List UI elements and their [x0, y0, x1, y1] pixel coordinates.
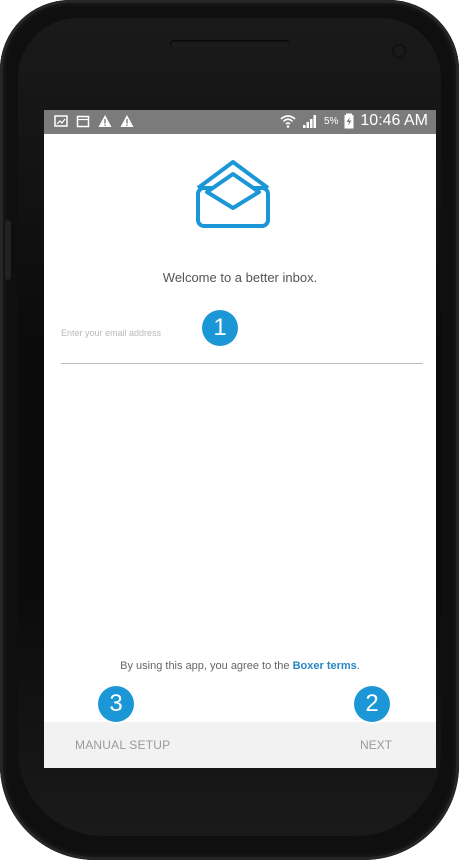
callout-badge-3: 3 [98, 686, 134, 722]
image-icon [54, 115, 68, 127]
email-underline [61, 363, 423, 364]
next-button[interactable]: NEXT [360, 738, 392, 752]
warning-icon [120, 115, 134, 127]
open-envelope-icon [196, 160, 270, 228]
screen: 5% 10:46 AM Welcome to a better inbox. 1… [44, 110, 436, 768]
callout-badge-1: 1 [202, 310, 238, 346]
battery-percent: 5% [323, 115, 339, 127]
welcome-text: Welcome to a better inbox. [162, 270, 318, 285]
system-indicators: 5% 10:46 AM [280, 112, 428, 130]
clock: 10:46 AM [360, 112, 428, 129]
terms-prefix: By using this app, you agree to the [120, 660, 290, 672]
email-field[interactable] [61, 322, 423, 344]
terms-text: By using this app, you agree to the Boxe… [44, 660, 436, 672]
notification-icons [54, 114, 134, 128]
volume-button[interactable] [5, 220, 11, 280]
manual-setup-button[interactable]: MANUAL SETUP [75, 738, 170, 752]
calendar-icon [76, 115, 90, 128]
status-bar: 5% 10:46 AM [44, 110, 436, 134]
warning-icon [98, 115, 112, 127]
signal-icon [302, 115, 316, 128]
wifi-icon [280, 115, 296, 128]
terms-suffix: . [356, 660, 360, 672]
callout-badge-2: 2 [354, 686, 390, 722]
boxer-terms-link[interactable]: Boxer terms [293, 660, 357, 672]
speaker-grill [170, 40, 290, 48]
phone-frame: 5% 10:46 AM Welcome to a better inbox. 1… [0, 0, 459, 860]
charging-battery-icon [344, 113, 354, 129]
front-camera [392, 44, 406, 58]
